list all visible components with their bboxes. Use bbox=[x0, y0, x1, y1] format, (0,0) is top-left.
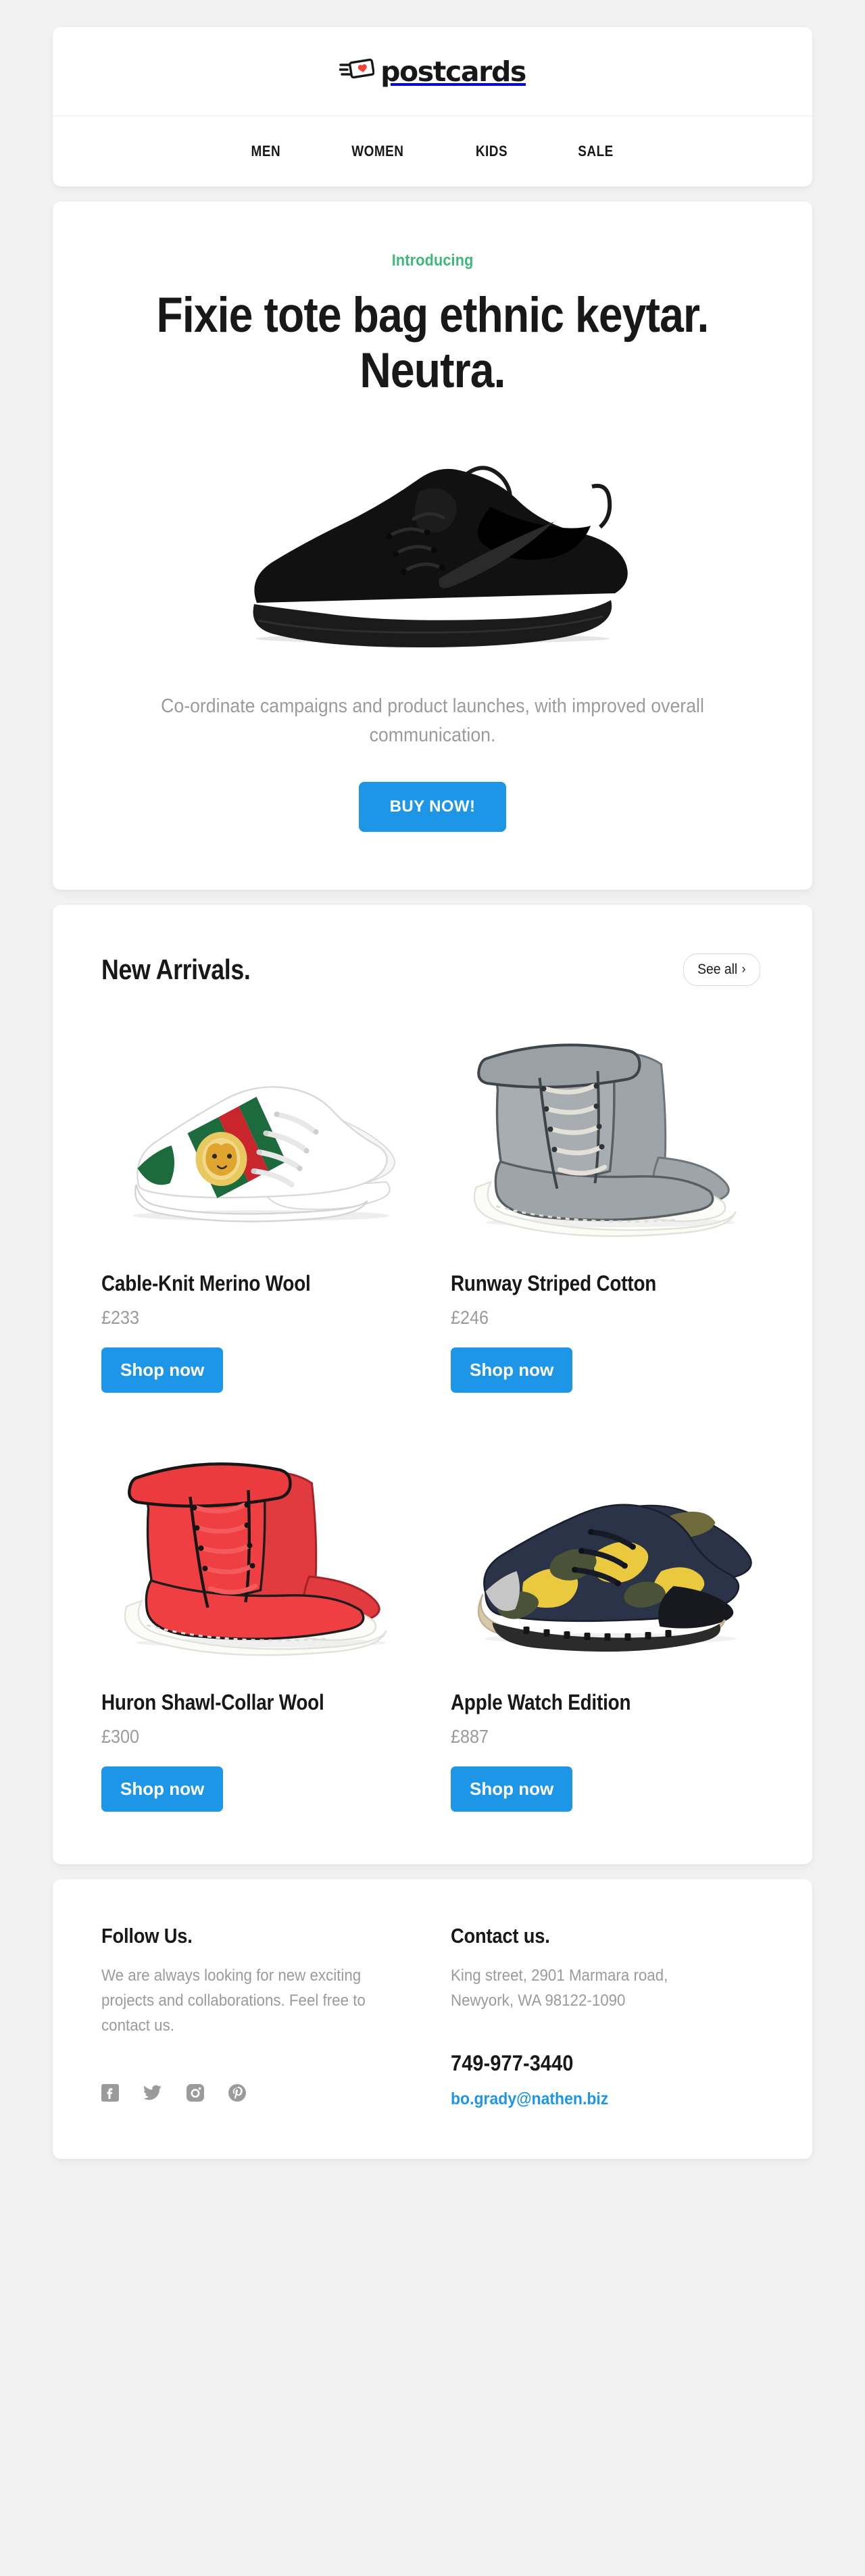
contact-phone[interactable]: 749-977-3440 bbox=[451, 2051, 733, 2076]
product-name: Apple Watch Edition bbox=[451, 1689, 631, 1714]
shop-now-button[interactable]: Shop now bbox=[101, 1347, 224, 1393]
brand-name: postcards bbox=[380, 55, 526, 88]
product-name: Runway Striped Cotton bbox=[451, 1270, 657, 1295]
product-card: Cable-Knit Merino Wool £233 Shop now bbox=[101, 1012, 414, 1393]
new-arrivals-title: New Arrivals. bbox=[101, 953, 251, 985]
email-body: postcards MEN WOMEN KIDS SALE Introducin… bbox=[53, 0, 812, 2189]
hero-eyebrow: Introducing bbox=[391, 251, 474, 270]
follow-us-column: Follow Us. We are always looking for new… bbox=[101, 1924, 414, 2109]
shop-now-button[interactable]: Shop now bbox=[101, 1766, 224, 1812]
product-price: £233 bbox=[101, 1306, 140, 1328]
footer-section: Follow Us. We are always looking for new… bbox=[53, 1879, 812, 2159]
see-all-button[interactable]: See all › bbox=[683, 953, 761, 986]
product-name: Huron Shawl-Collar Wool bbox=[101, 1689, 324, 1714]
contact-us-title: Contact us. bbox=[451, 1923, 550, 1948]
buy-now-button[interactable]: BUY NOW! bbox=[358, 781, 507, 832]
contact-email[interactable]: bo.grady@nathen.biz bbox=[451, 2089, 608, 2109]
product-card: Apple Watch Edition £887 Shop now bbox=[451, 1431, 764, 1812]
see-all-label: See all bbox=[697, 961, 738, 977]
pinterest-icon[interactable] bbox=[228, 2084, 246, 2105]
follow-us-title: Follow Us. bbox=[101, 1923, 193, 1948]
product-image[interactable] bbox=[451, 1012, 764, 1256]
new-arrivals-section: New Arrivals. See all › Cable-Knit Merin… bbox=[53, 905, 812, 1864]
brand-logo[interactable]: postcards bbox=[338, 55, 526, 88]
new-arrivals-card: New Arrivals. See all › Cable-Knit Merin… bbox=[53, 904, 812, 1864]
product-image[interactable] bbox=[101, 1012, 414, 1256]
nav-item-men[interactable]: MEN bbox=[223, 143, 308, 160]
shop-now-button[interactable]: Shop now bbox=[451, 1347, 573, 1393]
product-price: £300 bbox=[101, 1725, 140, 1747]
product-grid: Cable-Knit Merino Wool £233 Shop now Run… bbox=[101, 1012, 764, 1812]
facebook-icon[interactable] bbox=[101, 2084, 119, 2105]
product-card: Huron Shawl-Collar Wool £300 Shop now bbox=[101, 1431, 414, 1812]
header-card: postcards MEN WOMEN KIDS SALE bbox=[53, 27, 812, 187]
contact-address: King street, 2901 Marmara road, Newyork,… bbox=[451, 1966, 668, 2010]
product-price: £246 bbox=[451, 1306, 489, 1328]
new-arrivals-header: New Arrivals. See all › bbox=[101, 953, 764, 986]
hero-product-image bbox=[216, 434, 649, 657]
hero-section: Introducing Fixie tote bag ethnic keytar… bbox=[53, 201, 812, 890]
contact-us-column: Contact us. King street, 2901 Marmara ro… bbox=[451, 1924, 764, 2109]
product-image[interactable] bbox=[101, 1431, 414, 1675]
social-links bbox=[101, 2084, 414, 2105]
nav-item-sale[interactable]: SALE bbox=[550, 143, 641, 160]
postcard-heart-icon bbox=[338, 58, 375, 84]
logo-bar: postcards bbox=[53, 27, 812, 116]
shop-now-button[interactable]: Shop now bbox=[451, 1766, 573, 1812]
product-card: Runway Striped Cotton £246 Shop now bbox=[451, 1012, 764, 1393]
hero-title: Fixie tote bag ethnic keytar. Neutra. bbox=[156, 288, 709, 398]
product-image[interactable] bbox=[451, 1431, 764, 1675]
footer-columns: Follow Us. We are always looking for new… bbox=[101, 1924, 764, 2109]
twitter-icon[interactable] bbox=[143, 2084, 162, 2105]
product-price: £887 bbox=[451, 1725, 489, 1747]
product-name: Cable-Knit Merino Wool bbox=[101, 1270, 311, 1295]
instagram-icon[interactable] bbox=[187, 2084, 204, 2105]
hero-card: Introducing Fixie tote bag ethnic keytar… bbox=[53, 201, 812, 890]
footer-card: Follow Us. We are always looking for new… bbox=[53, 1879, 812, 2159]
main-nav: MEN WOMEN KIDS SALE bbox=[53, 116, 812, 187]
nav-item-kids[interactable]: KIDS bbox=[448, 143, 536, 160]
nav-item-women[interactable]: WOMEN bbox=[324, 143, 432, 160]
chevron-right-icon: › bbox=[742, 962, 746, 976]
follow-us-text: We are always looking for new exciting p… bbox=[101, 1966, 366, 2035]
hero-body-text: Co-ordinate campaigns and product launch… bbox=[161, 695, 704, 747]
